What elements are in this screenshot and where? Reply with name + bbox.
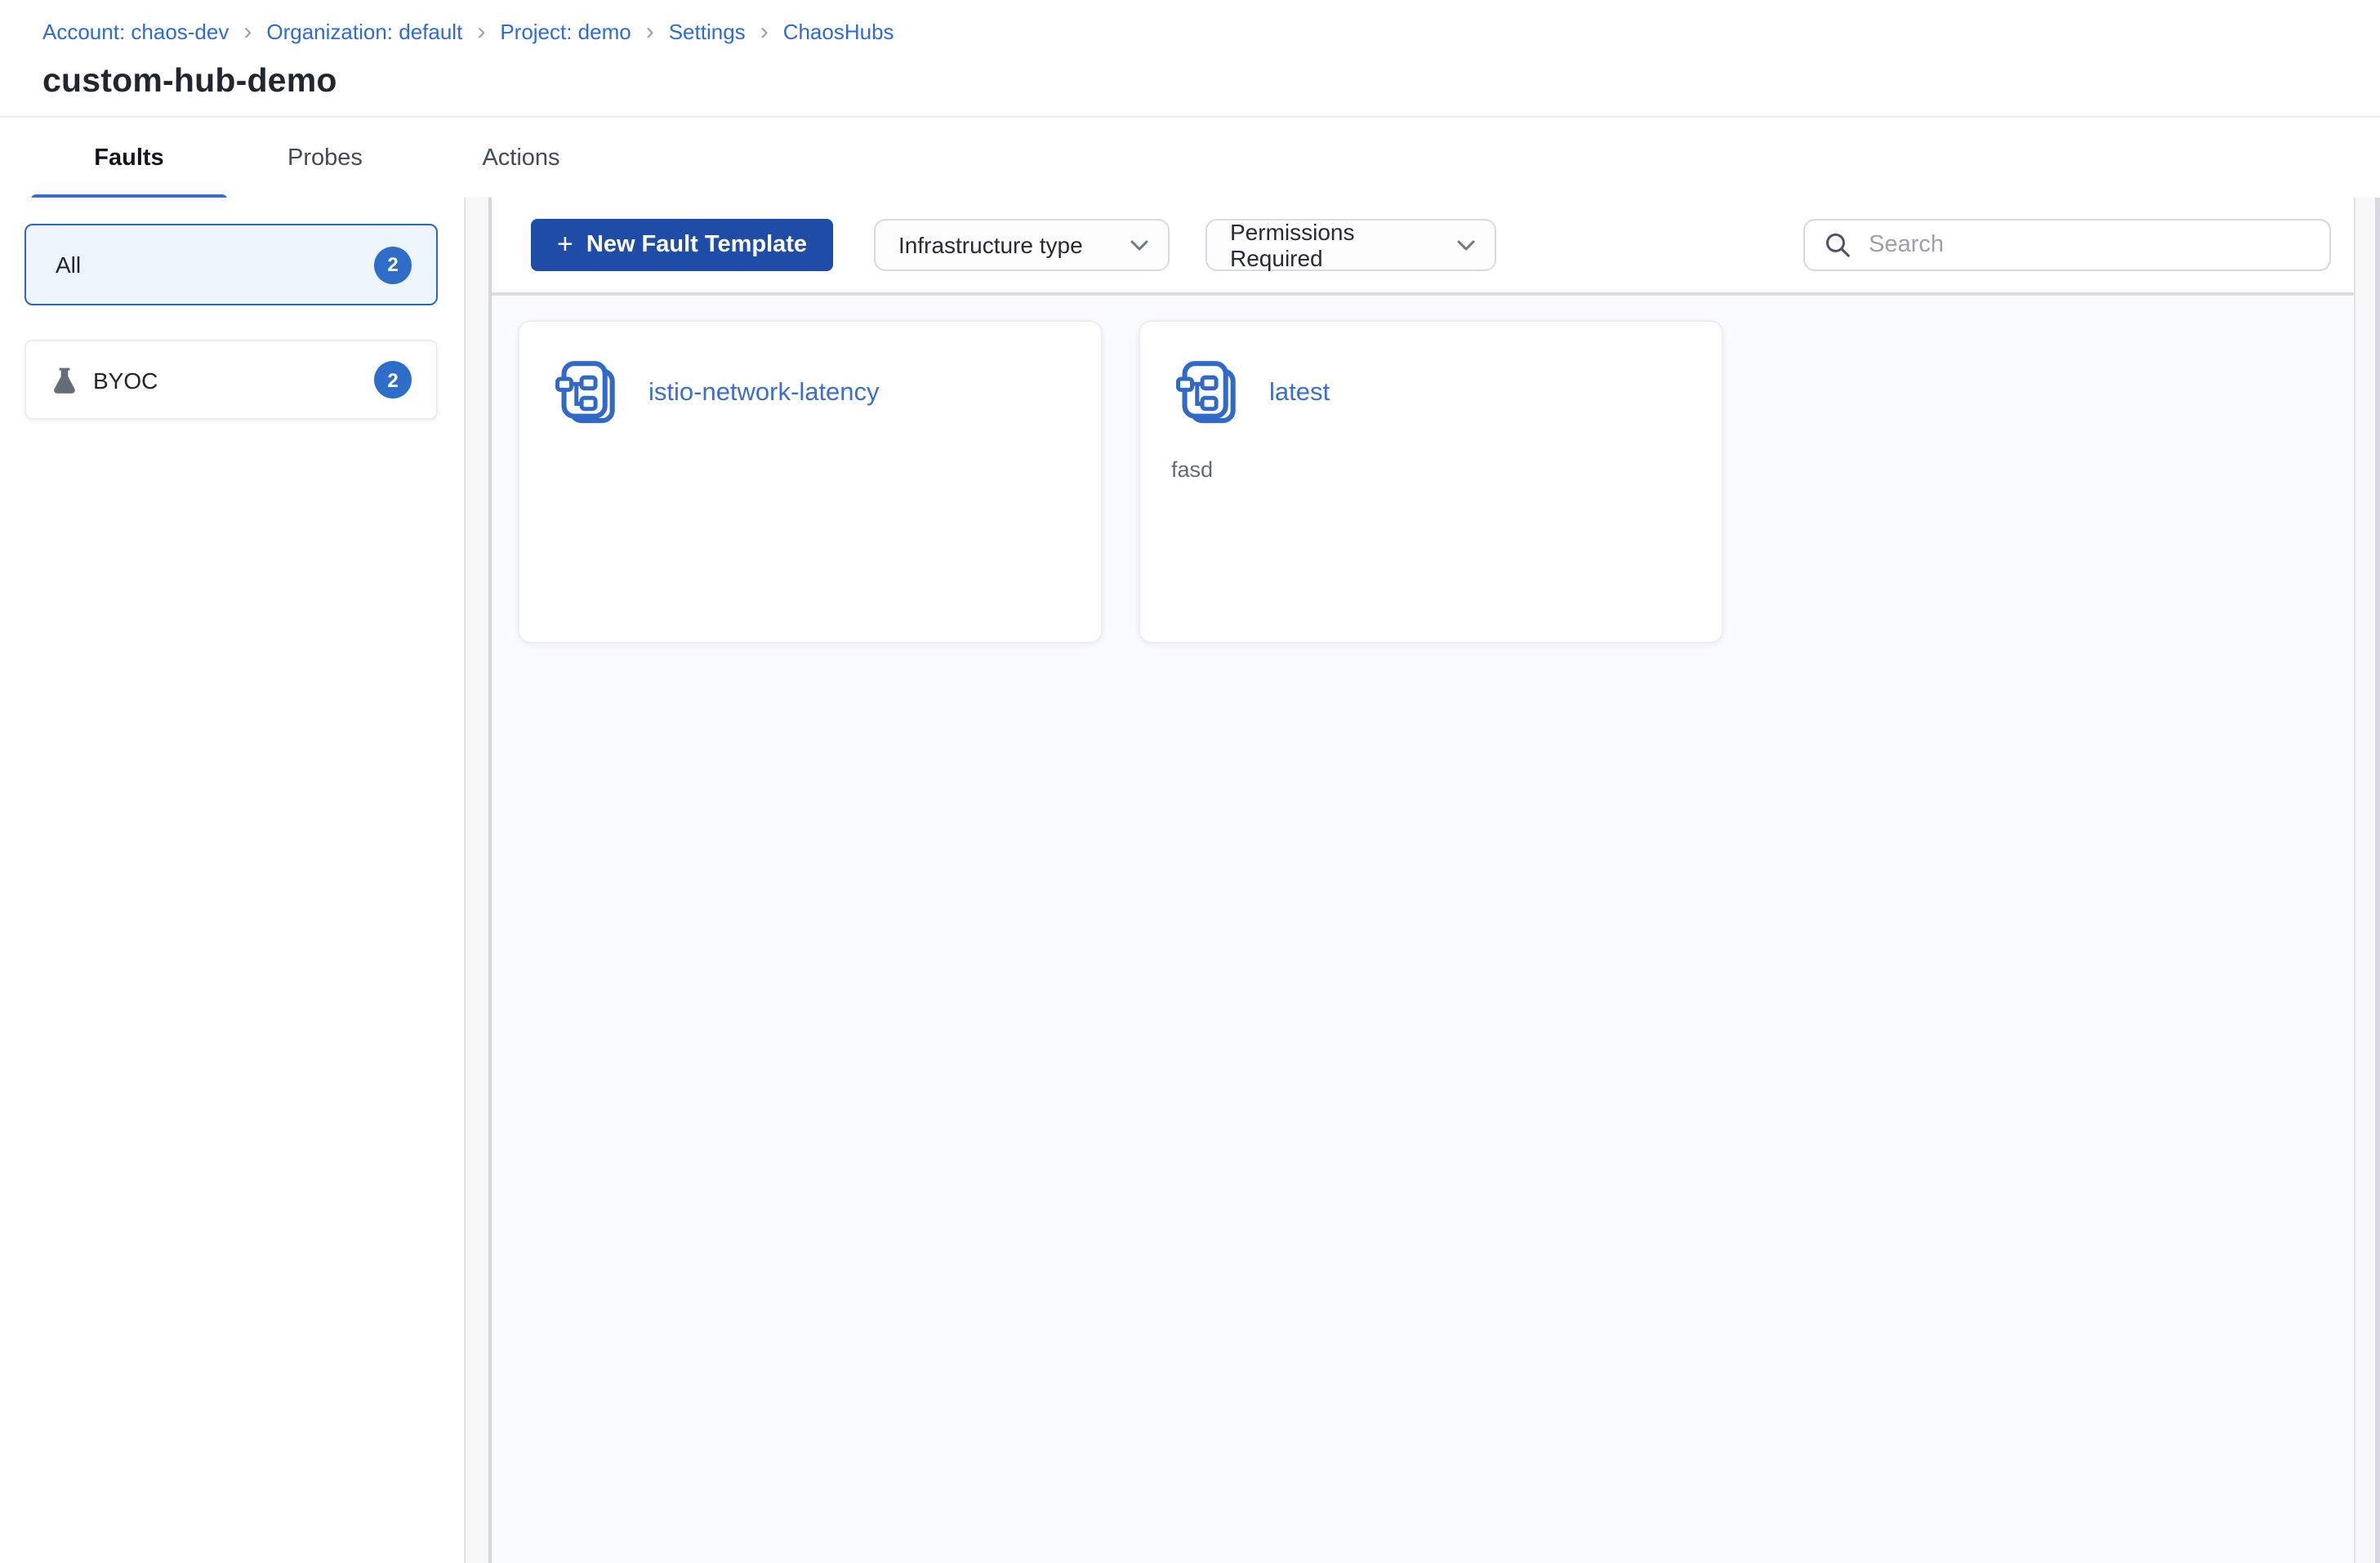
chevron-right-icon: › — [645, 17, 654, 45]
tab-bar: Faults Probes Actions — [0, 116, 2380, 201]
new-fault-template-button[interactable]: + New Fault Template — [531, 219, 834, 271]
breadcrumb-chaoshubs-link[interactable]: ChaosHubs — [783, 20, 894, 44]
fault-template-stack-icon — [554, 358, 624, 428]
tab-probes[interactable]: Probes — [227, 118, 423, 199]
search-input[interactable] — [1865, 230, 2310, 260]
plus-icon: + — [557, 229, 573, 260]
sidebar-item-label: BYOC — [93, 367, 158, 393]
dropdown-label: Infrastructure type — [898, 232, 1083, 258]
sidebar-scrollbar[interactable] — [464, 198, 491, 1563]
scrollbar-thumb[interactable] — [2375, 198, 2380, 1563]
chevron-right-icon: › — [477, 17, 486, 45]
fault-templates-grid: istio-network-latency latest fasd — [491, 296, 2354, 1563]
search-icon — [1825, 232, 1851, 258]
chaoshub-page: Account: chaos-dev › Organization: defau… — [0, 0, 2380, 1563]
sidebar-item-label: All — [56, 252, 82, 278]
sidebar-item-all[interactable]: All 2 — [25, 224, 438, 305]
count-badge: 2 — [374, 246, 412, 283]
fault-template-title-link[interactable]: istio-network-latency — [648, 378, 880, 407]
new-fault-template-label: New Fault Template — [586, 232, 808, 258]
breadcrumb-organization-link[interactable]: Organization: default — [266, 20, 462, 44]
dropdown-label: Permissions Required — [1230, 219, 1355, 271]
chevron-right-icon: › — [760, 17, 769, 45]
breadcrumb-account-link[interactable]: Account: chaos-dev — [42, 20, 229, 44]
chevron-down-icon — [1457, 239, 1475, 251]
permissions-required-dropdown[interactable]: Permissions Required — [1206, 219, 1496, 271]
count-badge: 2 — [374, 361, 412, 399]
chevron-right-icon: › — [243, 17, 252, 45]
tab-faults[interactable]: Faults — [31, 118, 227, 199]
page-title: custom-hub-demo — [42, 62, 337, 100]
faults-panel: + New Fault Template Infrastructure type… — [491, 198, 2354, 1563]
breadcrumb-project-link[interactable]: Project: demo — [500, 20, 631, 44]
search-box — [1803, 219, 2331, 271]
infrastructure-type-dropdown[interactable]: Infrastructure type — [874, 219, 1170, 271]
breadcrumb-settings-link[interactable]: Settings — [669, 20, 746, 44]
faults-toolbar: + New Fault Template Infrastructure type… — [491, 198, 2354, 296]
flask-icon — [52, 365, 77, 394]
fault-category-sidebar: All 2 BYOC 2 — [0, 198, 464, 1563]
chevron-down-icon — [1130, 239, 1148, 251]
content-scrollbar — [2354, 198, 2380, 1563]
fault-template-description: fasd — [1171, 457, 1214, 482]
fault-template-card[interactable]: latest fasd — [1139, 320, 1723, 643]
tab-actions[interactable]: Actions — [423, 118, 619, 199]
breadcrumb: Account: chaos-dev › Organization: defau… — [42, 17, 894, 45]
sidebar-item-byoc[interactable]: BYOC 2 — [25, 340, 438, 420]
fault-template-stack-icon — [1174, 358, 1245, 428]
fault-template-title-link[interactable]: latest — [1269, 378, 1330, 407]
fault-template-card[interactable]: istio-network-latency — [518, 320, 1103, 643]
